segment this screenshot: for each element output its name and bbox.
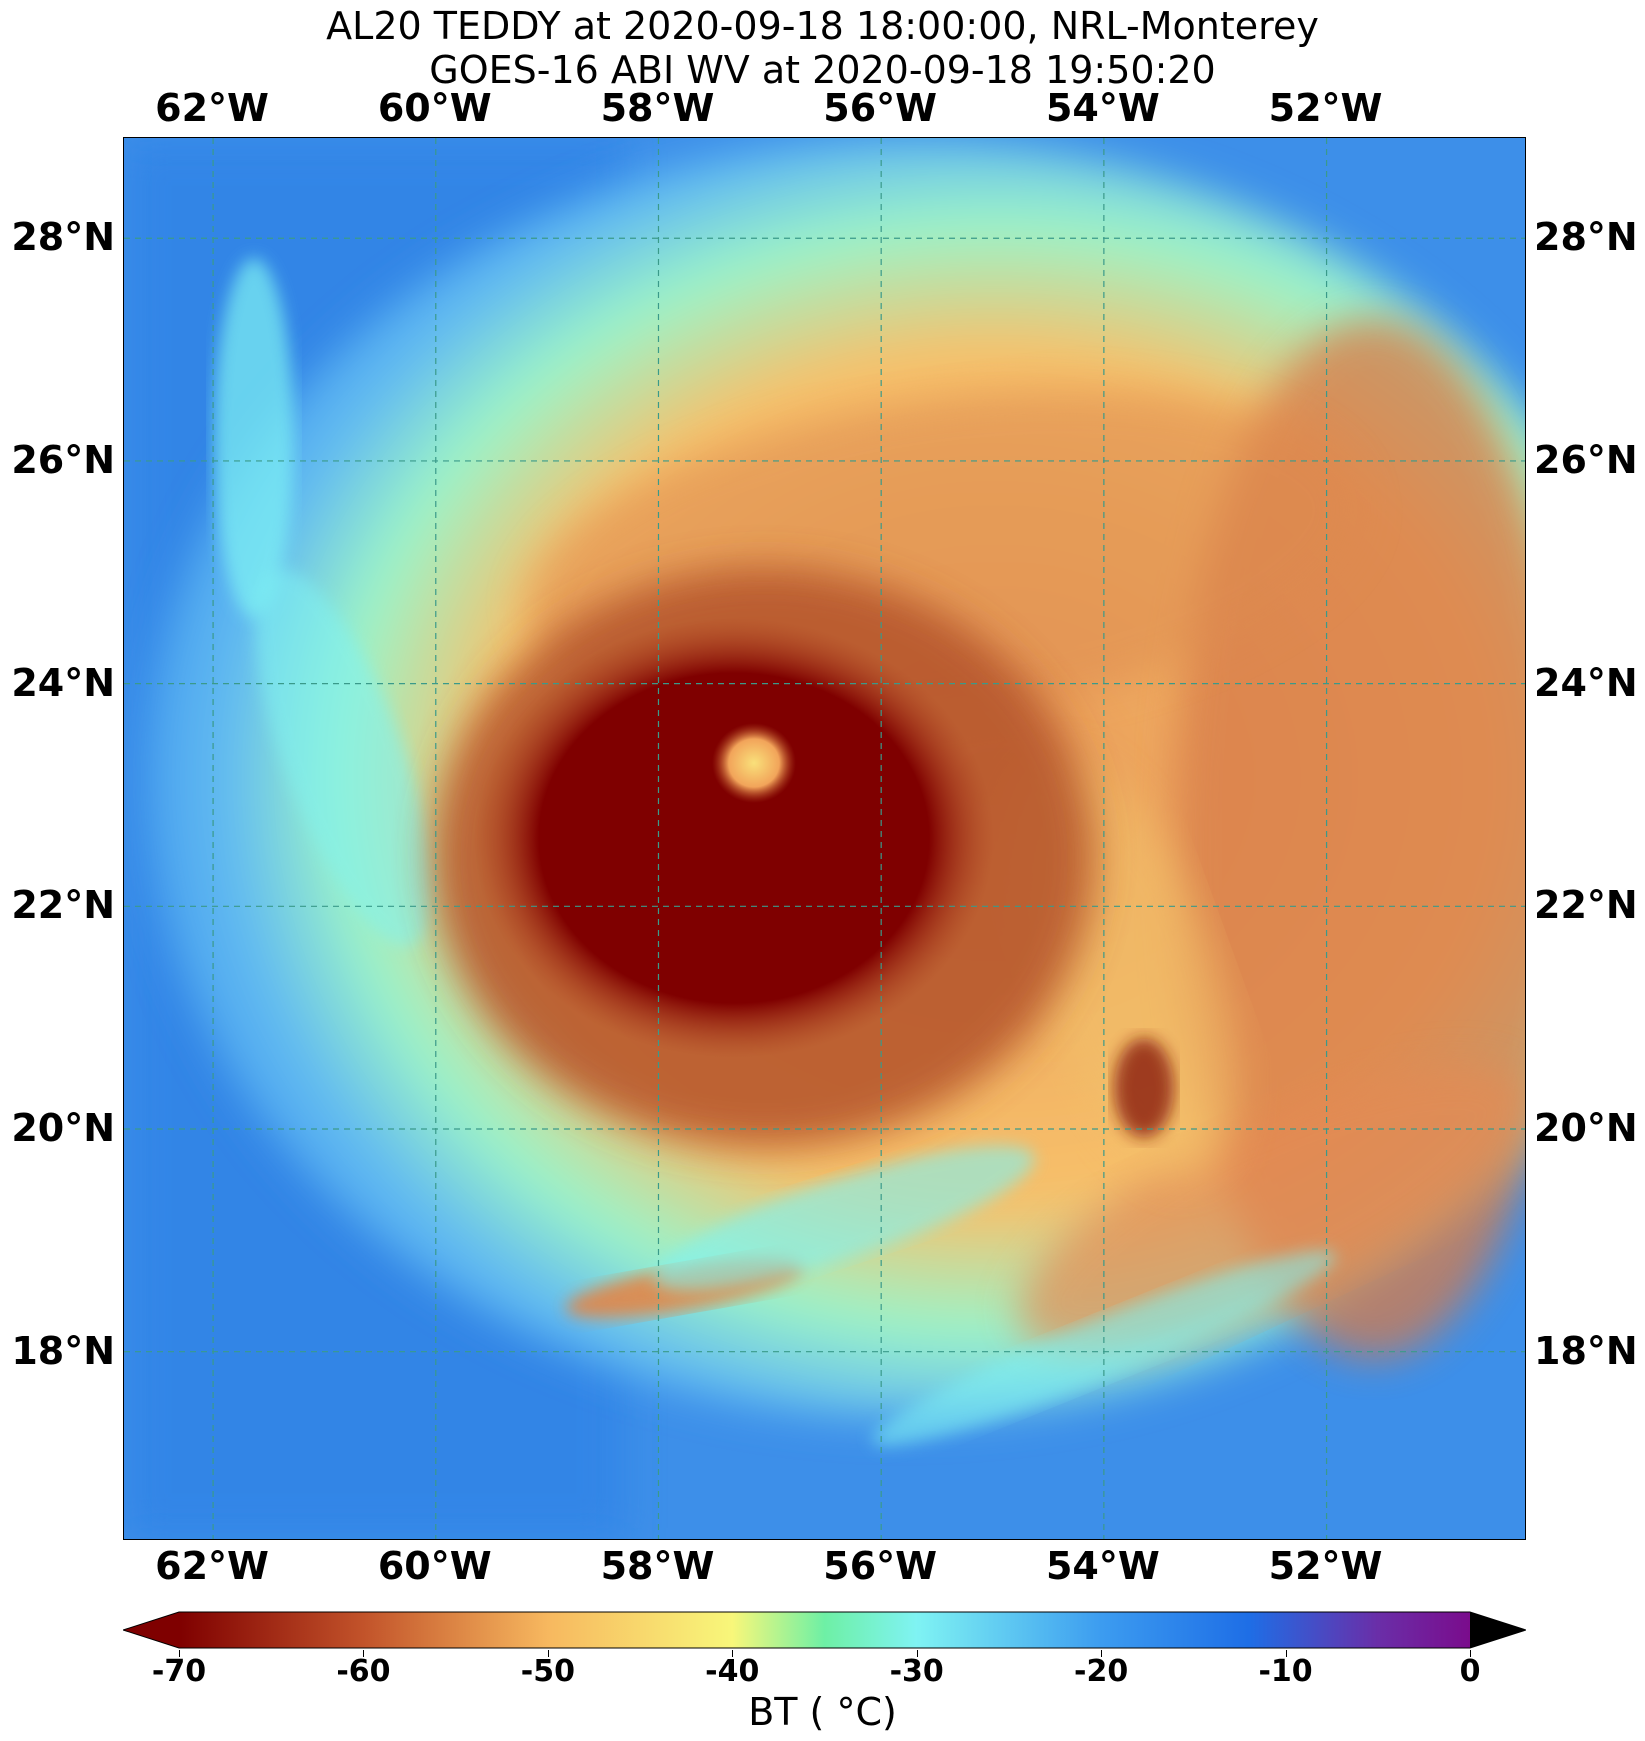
- colorbar-tick-label: -50: [520, 1654, 575, 1689]
- lat-tick-label-left: 28°N: [11, 215, 115, 260]
- colorbar-tick-label: -70: [151, 1654, 207, 1689]
- satellite-image-map: [123, 137, 1526, 1540]
- lat-tick-label-left: 18°N: [11, 1328, 115, 1373]
- lat-tick-label-right: 22°N: [1534, 883, 1638, 928]
- colorbar-over-arrow: [1470, 1612, 1526, 1648]
- lon-tick-label-bottom: 60°W: [377, 1544, 492, 1588]
- lat-tick-label-right: 20°N: [1534, 1106, 1638, 1150]
- lon-tick-label-top: 52°W: [1268, 86, 1383, 130]
- colorbar-tick-label: -30: [889, 1654, 944, 1689]
- colorbar-tick-label: -60: [336, 1654, 391, 1689]
- lat-tick-label-right: 24°N: [1534, 660, 1638, 705]
- lon-tick-label-bottom: 56°W: [823, 1544, 938, 1588]
- lat-tick-label-right: 26°N: [1534, 437, 1638, 482]
- colorbar-under-arrow: [123, 1612, 179, 1648]
- lat-tick-label-left: 20°N: [11, 1106, 115, 1150]
- colorbar-label: BT ( °C): [748, 1690, 897, 1734]
- lon-tick-label-bottom: 54°W: [1045, 1544, 1160, 1588]
- lon-tick-label-bottom: 58°W: [600, 1544, 715, 1588]
- title-line-1: AL20 TEDDY at 2020-09-18 18:00:00, NRL-M…: [326, 4, 1319, 48]
- colorbar: [123, 1611, 1526, 1649]
- lon-tick-label-top: 62°W: [155, 86, 269, 130]
- colorbar-tick-label: -20: [1074, 1654, 1129, 1689]
- colorbar-tick-label: -40: [705, 1654, 760, 1689]
- lon-tick-label-top: 58°W: [600, 86, 715, 130]
- lon-tick-label-top: 54°W: [1045, 86, 1160, 130]
- lat-tick-label-right: 28°N: [1534, 215, 1638, 260]
- lat-tick-label-left: 26°N: [11, 437, 115, 482]
- colorbar-gradient: [179, 1612, 1470, 1648]
- lon-tick-label-bottom: 52°W: [1268, 1544, 1383, 1588]
- lon-tick-label-top: 60°W: [377, 86, 492, 130]
- lat-tick-label-left: 24°N: [11, 660, 115, 705]
- lon-tick-label-bottom: 62°W: [155, 1544, 269, 1588]
- colorbar-tick-label: 0: [1459, 1654, 1481, 1689]
- colorbar-tick-label: -10: [1258, 1654, 1313, 1689]
- eye: [712, 723, 796, 803]
- lat-tick-label-right: 18°N: [1534, 1328, 1638, 1373]
- lon-tick-label-top: 56°W: [823, 86, 938, 130]
- lat-tick-label-left: 22°N: [11, 883, 115, 928]
